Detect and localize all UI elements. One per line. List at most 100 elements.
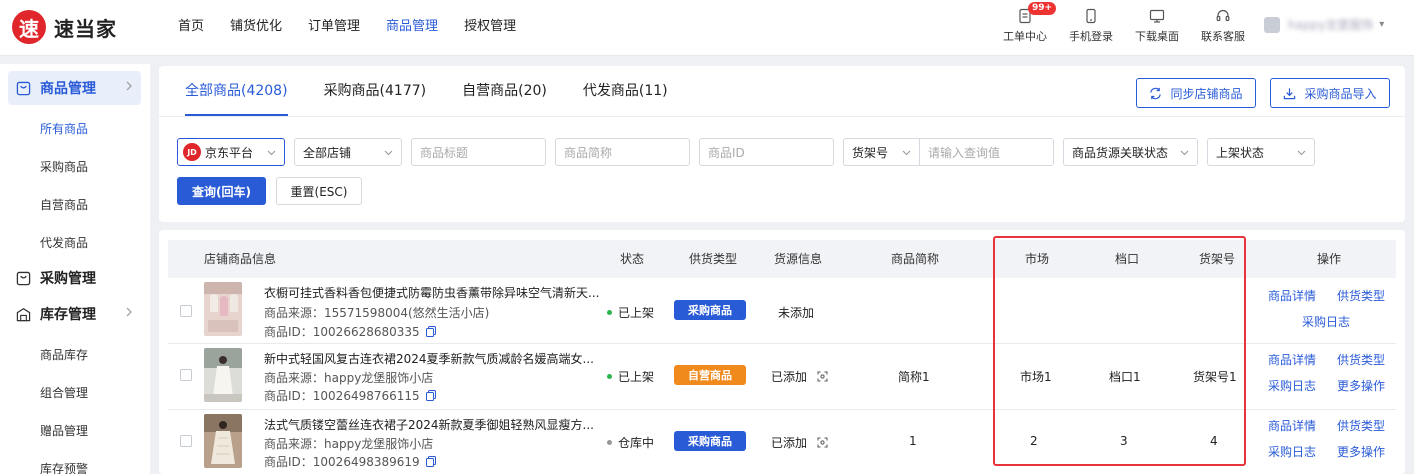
short-name-value: 1	[909, 434, 917, 448]
download-desktop-button[interactable]: 下载桌面	[1124, 0, 1190, 56]
col-short-name: 商品简称	[891, 252, 940, 266]
product-title[interactable]: 衣橱可挂式香料香包便捷式防霉防虫香薰带除异味空气清新天...	[264, 284, 599, 301]
supply-type-link[interactable]: 供货类型	[1337, 351, 1385, 368]
platform-select[interactable]: JD 京东平台	[177, 138, 285, 166]
sidebar-item-all-products[interactable]: 所有商品	[40, 120, 88, 137]
mobile-login-button[interactable]: 手机登录	[1058, 0, 1124, 56]
col-stall: 档口	[1115, 252, 1140, 266]
col-product-info: 店铺商品信息	[204, 252, 277, 266]
sidebar-group-products[interactable]: 商品管理	[8, 71, 141, 105]
chevron-down-icon	[1180, 150, 1189, 156]
nav-products[interactable]: 商品管理	[386, 0, 438, 56]
scan-icon[interactable]	[817, 437, 828, 448]
product-thumbnail	[204, 414, 242, 468]
status-dot	[607, 440, 612, 445]
source-link-status-value: 商品货源关联状态	[1072, 145, 1169, 160]
product-title[interactable]: 法式气质镂空蕾丝连衣裙子2024新款夏季御姐轻熟风显瘦方...	[264, 416, 594, 433]
status-dot	[607, 310, 612, 315]
copy-icon[interactable]	[425, 390, 436, 401]
nav-authorization[interactable]: 授权管理	[464, 0, 516, 56]
sidebar-item-gifts[interactable]: 赠品管理	[40, 422, 88, 439]
copy-icon[interactable]	[425, 456, 436, 467]
divider	[159, 116, 1405, 117]
sidebar-item-dropship-products[interactable]: 代发商品	[40, 234, 88, 251]
sidebar-group-inventory[interactable]: 库存管理	[8, 297, 141, 331]
customer-service-button[interactable]: 联系客服	[1190, 0, 1256, 56]
search-button[interactable]: 查询(回车)	[177, 177, 266, 205]
scan-icon[interactable]	[817, 371, 828, 382]
supply-type-badge: 采购商品	[674, 431, 746, 451]
product-short-name-input[interactable]: 商品简称	[555, 138, 690, 166]
query-value-input[interactable]: 请输入查询值	[919, 138, 1054, 166]
status-dot	[607, 374, 612, 379]
ticket-center-button[interactable]: 99+ 工单中心	[992, 0, 1058, 56]
sidebar-item-self-products[interactable]: 自营商品	[40, 196, 88, 213]
purchase-log-link[interactable]: 采购日志	[1302, 313, 1350, 330]
username: happy龙堡服饰	[1288, 18, 1374, 32]
row-checkbox[interactable]	[180, 305, 192, 317]
sidebar-item-stock-alert[interactable]: 库存预警	[40, 460, 88, 474]
sync-shop-products-button[interactable]: 同步店铺商品	[1136, 78, 1256, 108]
product-title[interactable]: 新中式轻国风复古连衣裙2024夏季新款气质减龄名媛高端女...	[264, 350, 594, 367]
shop-select[interactable]: 全部店铺	[294, 138, 402, 166]
sidebar-group-purchase[interactable]: 采购管理	[8, 261, 141, 295]
sidebar-item-stock[interactable]: 商品库存	[40, 346, 88, 363]
row-checkbox[interactable]	[180, 435, 192, 447]
product-id: 商品ID：10026498766115	[264, 387, 436, 404]
product-id-input[interactable]: 商品ID	[699, 138, 834, 166]
import-label: 采购商品导入	[1304, 86, 1377, 101]
chevron-down-icon	[384, 150, 393, 156]
product-detail-link[interactable]: 商品详情	[1268, 287, 1316, 304]
app-name: 速当家	[54, 16, 117, 41]
table-row: 新中式轻国风复古连衣裙2024夏季新款气质减龄名媛高端女... 商品来源：hap…	[168, 344, 1396, 410]
source-info: 已添加	[771, 368, 828, 385]
tab-purchase-products[interactable]: 采购商品(4177)	[324, 66, 427, 116]
sidebar-item-combos[interactable]: 组合管理	[40, 384, 88, 401]
reset-button[interactable]: 重置(ESC)	[276, 177, 362, 205]
platform-value: 京东平台	[205, 145, 254, 160]
product-detail-link[interactable]: 商品详情	[1268, 351, 1316, 368]
product-title-input[interactable]: 商品标题	[411, 138, 546, 166]
supply-type-link[interactable]: 供货类型	[1337, 417, 1385, 434]
sidebar-item-purchase-products[interactable]: 采购商品	[40, 158, 88, 175]
product-detail-link[interactable]: 商品详情	[1268, 417, 1316, 434]
sidebar: 商品管理 所有商品 采购商品 自营商品 代发商品 采购管理 库存管理 商品库存 …	[0, 64, 150, 474]
download-desktop-label: 下载桌面	[1135, 30, 1179, 43]
chevron-down-icon	[1297, 150, 1306, 156]
status-text: 已上架	[618, 306, 655, 320]
short-name-value: 简称1	[898, 370, 930, 384]
table-header: 店铺商品信息 状态 供货类型 货源信息 商品简称 市场 档口 货架号 操作	[168, 240, 1396, 278]
col-market: 市场	[1025, 252, 1050, 266]
product-id-text: 商品ID：10026498766115	[264, 389, 420, 403]
query-field-select[interactable]: 货架号	[843, 138, 919, 166]
more-actions-link[interactable]: 更多操作	[1337, 443, 1385, 460]
user-menu[interactable]: happy龙堡服饰 ▾	[1264, 16, 1384, 33]
import-purchase-products-button[interactable]: 采购商品导入	[1270, 78, 1390, 108]
tab-dropship-products[interactable]: 代发商品(11)	[583, 66, 668, 116]
purchase-log-link[interactable]: 采购日志	[1268, 443, 1316, 460]
tab-self-products[interactable]: 自营商品(20)	[462, 66, 547, 116]
ticket-center-label: 工单中心	[1003, 30, 1047, 43]
nav-listing-optimize[interactable]: 铺货优化	[230, 0, 282, 56]
nav-home[interactable]: 首页	[178, 0, 204, 56]
logo[interactable]: 速 速当家	[12, 10, 117, 44]
source-info-text: 已添加	[771, 436, 808, 450]
ticket-count-badge: 99+	[1028, 2, 1057, 15]
market-value: 2	[1030, 434, 1038, 448]
product-status: 已上架	[607, 304, 654, 321]
copy-icon[interactable]	[425, 326, 436, 337]
mobile-login-label: 手机登录	[1069, 30, 1113, 43]
top-bar: 速 速当家 首页 铺货优化 订单管理 商品管理 授权管理 99+ 工单中心 手机…	[0, 0, 1414, 56]
tab-all-products[interactable]: 全部商品(4208)	[185, 66, 288, 116]
supply-type-link[interactable]: 供货类型	[1337, 287, 1385, 304]
listing-status-select[interactable]: 上架状态	[1207, 138, 1315, 166]
source-link-status-select[interactable]: 商品货源关联状态	[1063, 138, 1198, 166]
status-text: 仓库中	[618, 436, 655, 450]
product-tabs: 全部商品(4208) 采购商品(4177) 自营商品(20) 代发商品(11)	[185, 66, 704, 116]
nav-orders[interactable]: 订单管理	[308, 0, 360, 56]
chevron-right-icon	[126, 307, 132, 317]
more-actions-link[interactable]: 更多操作	[1337, 377, 1385, 394]
chevron-down-icon	[902, 150, 911, 156]
row-checkbox[interactable]	[180, 369, 192, 381]
purchase-log-link[interactable]: 采购日志	[1268, 377, 1316, 394]
